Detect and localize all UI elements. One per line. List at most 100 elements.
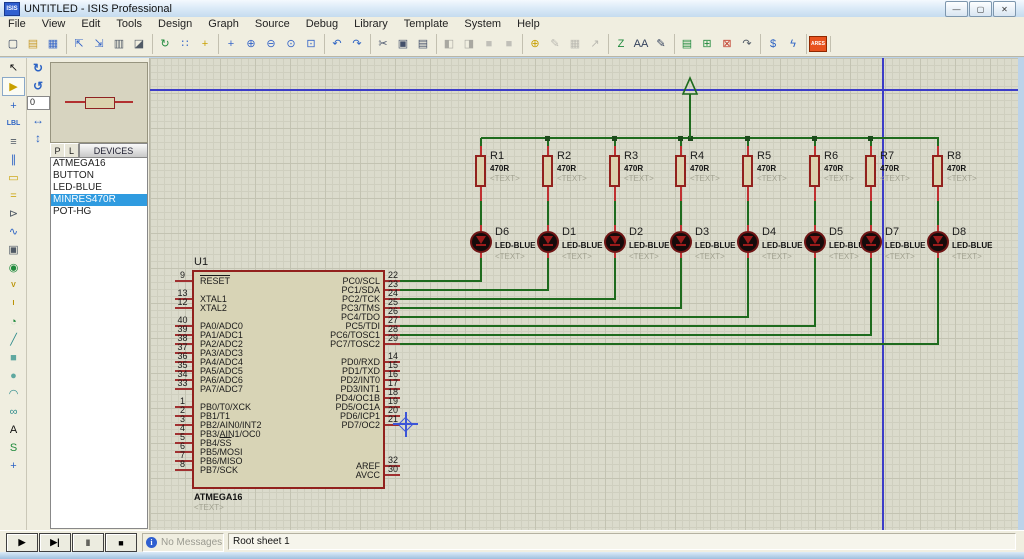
wire[interactable] — [814, 258, 816, 326]
play-button[interactable]: ▶ — [6, 533, 38, 552]
close-button[interactable]: ✕ — [993, 1, 1016, 17]
goto-sheet-icon[interactable]: ↷ — [737, 34, 757, 54]
graphics-arc-mode-icon[interactable]: ◠ — [3, 385, 24, 402]
redo-icon[interactable]: ↷ — [347, 34, 367, 54]
device-item[interactable]: MINRES470R — [51, 194, 147, 206]
graphics-circle-mode-icon[interactable]: ● — [3, 367, 24, 384]
wire[interactable] — [547, 258, 549, 290]
pin-stub[interactable] — [175, 280, 192, 282]
wire[interactable] — [614, 146, 616, 155]
menu-debug[interactable]: Debug — [298, 17, 346, 31]
wire[interactable] — [400, 289, 549, 291]
export-section-icon[interactable]: ⇲ — [89, 34, 109, 54]
resistor-R7[interactable] — [865, 155, 876, 187]
netlist-to-ares-icon[interactable]: ARES — [809, 35, 827, 52]
import-section-icon[interactable]: ⇱ — [69, 34, 89, 54]
wire[interactable] — [480, 187, 482, 201]
menu-library[interactable]: Library — [346, 17, 396, 31]
resistor-R5[interactable] — [742, 155, 753, 187]
menu-help[interactable]: Help — [509, 17, 548, 31]
voltage-probe-mode-icon[interactable]: V — [3, 277, 24, 294]
generator-mode-icon[interactable]: ◉ — [3, 259, 24, 276]
mark-output-area-icon[interactable]: ◪ — [129, 34, 149, 54]
device-item[interactable]: BUTTON — [51, 170, 147, 182]
print-design-icon[interactable]: ▥ — [109, 34, 129, 54]
pick-part-icon[interactable]: ⊕ — [525, 34, 545, 54]
undo-icon[interactable]: ↶ — [327, 34, 347, 54]
wire[interactable] — [937, 138, 939, 146]
wire[interactable] — [400, 325, 816, 327]
resistor-R6[interactable] — [809, 155, 820, 187]
stop-button[interactable]: ■ — [105, 533, 137, 552]
zoom-out-icon[interactable]: ⊖ — [261, 34, 281, 54]
led-D4[interactable] — [737, 231, 759, 253]
wire[interactable] — [480, 138, 482, 146]
menu-graph[interactable]: Graph — [200, 17, 247, 31]
wire[interactable] — [480, 146, 482, 155]
wire[interactable] — [747, 187, 749, 201]
property-assignment-icon[interactable]: ✎ — [651, 34, 671, 54]
wire[interactable] — [680, 146, 682, 155]
pin-stub[interactable] — [385, 343, 400, 345]
wire[interactable] — [547, 187, 549, 201]
maximize-button[interactable]: ▢ — [969, 1, 992, 17]
wire[interactable] — [870, 146, 872, 155]
wire[interactable] — [680, 258, 682, 308]
remove-sheet-icon[interactable]: ⊠ — [717, 34, 737, 54]
wire[interactable] — [747, 201, 749, 225]
terminals-mode-icon[interactable]: = — [3, 187, 24, 204]
wire[interactable] — [937, 146, 939, 155]
graphics-marker-mode-icon[interactable]: + — [3, 457, 24, 474]
pin-stub[interactable] — [175, 307, 192, 309]
graphics-symbol-mode-icon[interactable]: S — [3, 439, 24, 456]
led-D7[interactable] — [860, 231, 882, 253]
minimize-button[interactable]: — — [945, 1, 968, 17]
device-list[interactable]: ATMEGA16 BUTTON LED-BLUE MINRES470R POT-HG — [50, 157, 148, 529]
mirror-vertical-icon[interactable]: ↕ — [28, 130, 48, 146]
cut-icon[interactable]: ✂ — [373, 34, 393, 54]
wire[interactable] — [480, 258, 482, 281]
buses-mode-icon[interactable]: ∥ — [3, 151, 24, 168]
zoom-in-icon[interactable]: ⊕ — [241, 34, 261, 54]
pin-stub[interactable] — [175, 469, 192, 471]
pause-button[interactable]: ‖ — [72, 533, 104, 552]
wire-autorouter-icon[interactable]: Z — [611, 34, 631, 54]
bill-of-materials-icon[interactable]: $ — [763, 34, 783, 54]
wire[interactable] — [937, 258, 939, 344]
menu-source[interactable]: Source — [247, 17, 298, 31]
new-sheet-icon[interactable]: ⊞ — [697, 34, 717, 54]
zoom-area-icon[interactable]: ⊡ — [301, 34, 321, 54]
save-design-icon[interactable]: ▦ — [43, 34, 63, 54]
wire[interactable] — [614, 258, 616, 299]
menu-design[interactable]: Design — [150, 17, 200, 31]
led-D1[interactable] — [537, 231, 559, 253]
center-at-cursor-icon[interactable]: + — [221, 34, 241, 54]
wire[interactable] — [547, 146, 549, 155]
graphics-box-mode-icon[interactable]: ■ — [3, 349, 24, 366]
text-script-mode-icon[interactable]: ≡ — [3, 133, 24, 150]
wire[interactable] — [400, 298, 616, 300]
electrical-rule-check-icon[interactable]: ϟ — [783, 34, 803, 54]
schematic-canvas[interactable]: R1 470R <TEXT> D6 LED-BLUE <TEXT> R2 470R <TEXT>… — [150, 58, 1018, 530]
led-D3[interactable] — [670, 231, 692, 253]
step-button[interactable]: ▶| — [39, 533, 71, 552]
wire[interactable] — [870, 201, 872, 225]
component-mode-icon[interactable]: ▶ — [2, 77, 25, 96]
menu-edit[interactable]: Edit — [73, 17, 108, 31]
copy-icon[interactable]: ▣ — [393, 34, 413, 54]
pin-stub[interactable] — [385, 474, 400, 476]
wire[interactable] — [937, 187, 939, 201]
mirror-horizontal-icon[interactable]: ↔ — [28, 112, 48, 128]
subcircuit-mode-icon[interactable]: ▭ — [3, 169, 24, 186]
pick-devices-button[interactable]: P — [50, 143, 65, 158]
power-terminal-icon[interactable] — [681, 76, 699, 138]
tape-recorder-mode-icon[interactable]: ▣ — [3, 241, 24, 258]
menu-file[interactable]: File — [0, 17, 34, 31]
search-tag-icon[interactable]: AA — [631, 34, 651, 54]
resistor-R2[interactable] — [542, 155, 553, 187]
device-item[interactable]: LED-BLUE — [51, 182, 147, 194]
refresh-display-icon[interactable]: ↻ — [155, 34, 175, 54]
graph-mode-icon[interactable]: ∿ — [3, 223, 24, 240]
device-item[interactable]: POT-HG — [51, 206, 147, 218]
false-origin-icon[interactable]: + — [195, 34, 215, 54]
